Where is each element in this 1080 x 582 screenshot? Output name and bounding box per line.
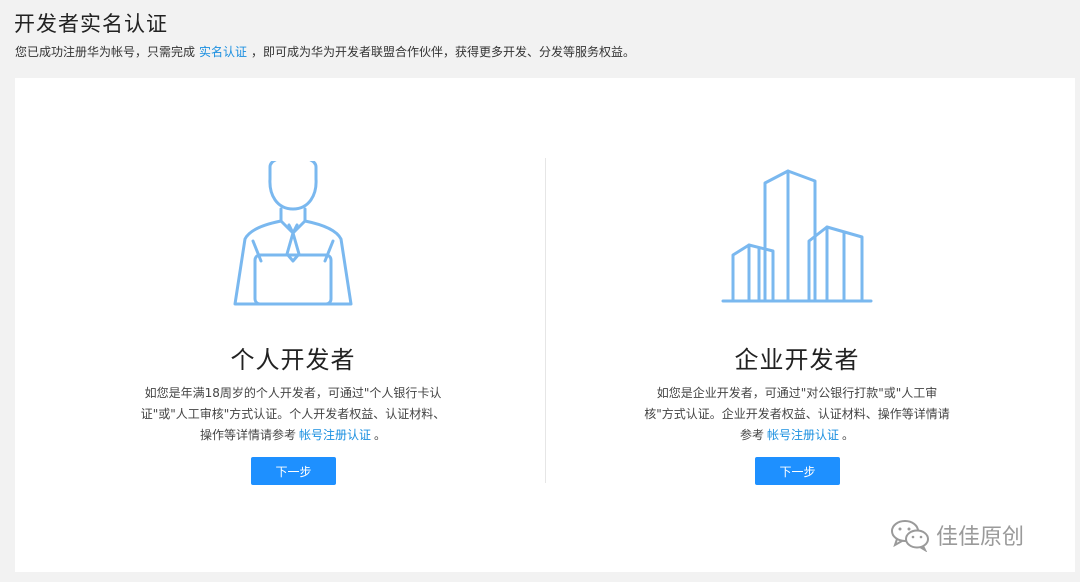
enterprise-developer-title: 企业开发者 xyxy=(734,346,860,374)
realname-auth-link[interactable]: 实名认证 xyxy=(199,45,247,59)
auth-options-card: 个人开发者 如您是年满18周岁的个人开发者，可通过"个人银行卡认证"或"人工审核… xyxy=(15,78,1075,572)
watermark: 佳佳原创 xyxy=(890,518,1024,552)
desc-text-after: ，即可成为华为开发者联盟合作伙伴，获得更多开发、分发等服务权益。 xyxy=(251,45,636,59)
page-description: 您已成功注册华为帐号，只需完成 实名认证 ，即可成为华为开发者联盟合作伙伴，获得更多… xyxy=(15,43,635,60)
enterprise-desc-end: 。 xyxy=(842,428,855,442)
panel-divider xyxy=(545,158,546,483)
enterprise-account-auth-link[interactable]: 帐号注册认证 xyxy=(767,428,839,442)
personal-desc-text: 如您是年满18周岁的个人开发者，可通过"个人银行卡认证"或"人工审核"方式认证。… xyxy=(140,386,446,442)
personal-desc-end: 。 xyxy=(374,428,387,442)
wechat-icon xyxy=(891,520,929,552)
buildings-icon xyxy=(721,169,873,303)
personal-next-button[interactable]: 下一步 xyxy=(251,457,336,485)
watermark-text: 佳佳原创 xyxy=(936,525,1025,550)
enterprise-developer-description: 如您是企业开发者，可通过"对公银行打款"或"人工审核"方式认证。企业开发者权益、… xyxy=(643,383,951,446)
personal-developer-title: 个人开发者 xyxy=(230,346,356,374)
enterprise-next-button[interactable]: 下一步 xyxy=(755,457,840,485)
personal-account-auth-link[interactable]: 帐号注册认证 xyxy=(299,428,371,442)
person-laptop-icon xyxy=(233,161,353,306)
desc-text-before: 您已成功注册华为帐号，只需完成 xyxy=(15,45,196,59)
page-title: 开发者实名认证 xyxy=(14,12,168,36)
personal-developer-description: 如您是年满18周岁的个人开发者，可通过"个人银行卡认证"或"人工审核"方式认证。… xyxy=(139,383,447,446)
